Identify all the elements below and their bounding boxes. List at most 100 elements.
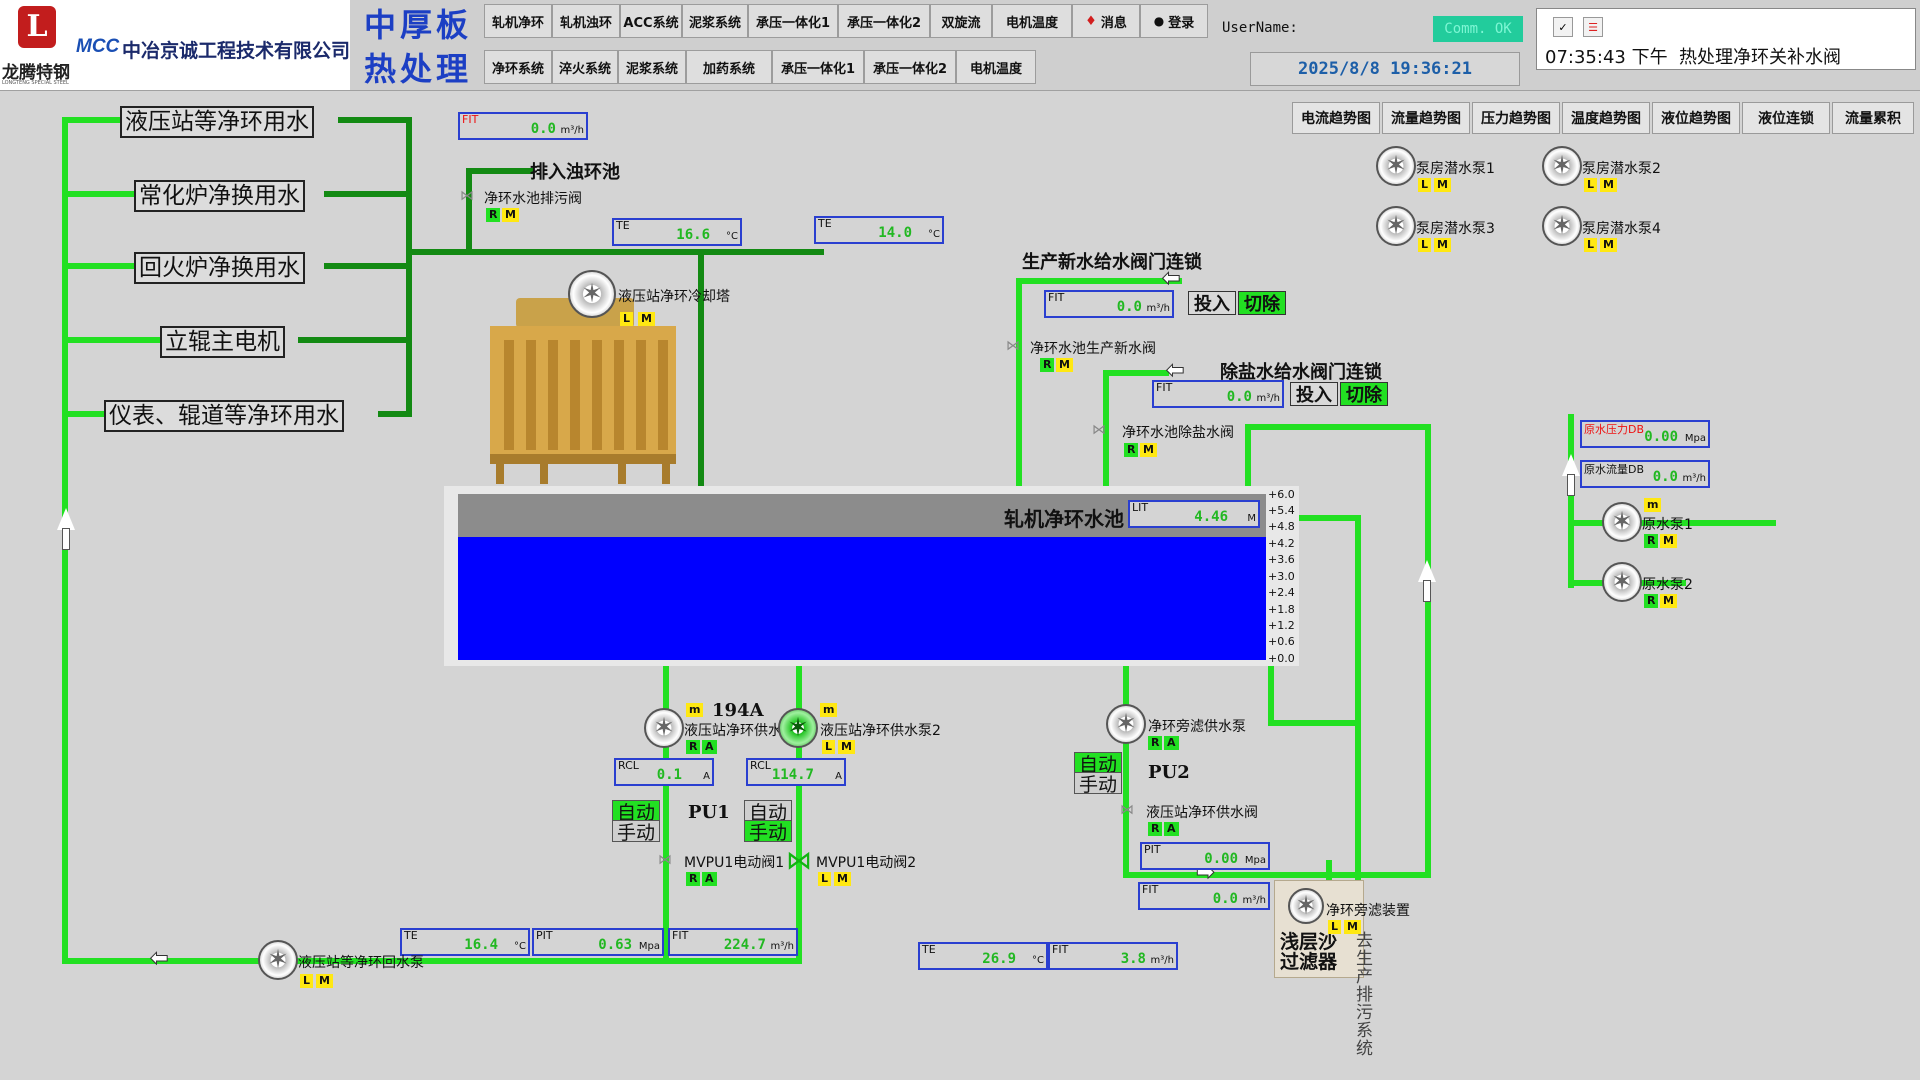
scale-tick: +4.2 [1268,537,1295,550]
scale-tick: +1.8 [1268,603,1295,616]
new-water-input-button[interactable]: 投入 [1188,291,1236,315]
pump-pu1b-status-m: m [820,703,838,717]
consumer-vertical-roll-motor[interactable]: 立辊主电机 [160,326,285,358]
nav-rolling-turbid[interactable]: 轧机浊环 [552,4,620,38]
nav-rolling-clean[interactable]: 轧机净环 [484,4,552,38]
alarm-panel[interactable]: ✓ ☰ 07:35:43 下午 热处理净环关补水阀 [1536,8,1916,70]
meter-fit-desalt[interactable]: FIT 0.0 m³/h [1152,380,1284,408]
raw-pump1-icon[interactable]: ✶ [1602,502,1642,542]
nav-clean-system[interactable]: 净环系统 [484,50,552,84]
meter-rcl-pu1b[interactable]: RCL 114.7 A [746,758,846,786]
meter-pit-bottom[interactable]: PIT 0.63 Mpa [532,928,664,956]
flow-up-arrow-right [1418,560,1436,582]
scale-tick: +3.6 [1268,553,1295,566]
raw-pump1-status-r: R [1644,534,1659,548]
meter-te-filter[interactable]: TE 26.9 °C [918,942,1048,970]
raw-pump2-icon[interactable]: ✶ [1602,562,1642,602]
nav-cyclone[interactable]: 双旋流 [930,4,992,38]
consumer-instruments-rollers[interactable]: 仪表、辊道等净环用水 [104,400,344,432]
meter-pit-pu2[interactable]: PIT 0.00 Mpa [1140,842,1270,870]
nav-messages[interactable]: ♦ 消息 [1072,4,1140,38]
username-label: UserName: [1222,20,1298,36]
nav-login[interactable]: ● 登录 [1140,4,1208,38]
meter-fit-top[interactable]: FIT 0.0 m³/h [458,112,588,140]
meter-raw-flow[interactable]: 原水流量DB 0.0 m³/h [1580,460,1710,488]
new-water-cut-button[interactable]: 切除 [1238,291,1286,315]
nav-pressure-1b[interactable]: 承压一体化1 [772,50,864,84]
return-pump-icon[interactable]: ✶ [258,940,298,980]
return-pump-status-l: L [300,974,314,988]
top-bar: L 龙腾特钢 LONGTENG SPECIAL STEEL MCC 中冶京诚工程… [0,0,1920,91]
pu2-label: PU2 [1148,762,1190,783]
trend-pressure-button[interactable]: 压力趋势图 [1472,102,1560,134]
nav-pressure-1[interactable]: 承压一体化1 [748,4,838,38]
trend-current-button[interactable]: 电流趋势图 [1292,102,1380,134]
meter-rcl-pu1a[interactable]: RCL 0.1 A [614,758,714,786]
cooling-fan-icon[interactable]: ✶ [568,270,616,318]
alarm-time: 07:35:43 下午 [1545,47,1668,68]
meter-fit-filter[interactable]: FIT 3.8 m³/h [1048,942,1178,970]
nav-quench-system[interactable]: 淬火系统 [552,50,618,84]
pu2-manual-button[interactable]: 手动 [1074,772,1122,796]
side-valve-icon[interactable]: ⋈ [1120,802,1134,818]
return-pump-label: 液压站等净环回水泵 [298,955,424,971]
acknowledge-icon[interactable]: ✓ [1553,17,1573,37]
raw-pump2-status-m: M [1660,594,1677,608]
nav-dosing-system[interactable]: 加药系统 [686,50,772,84]
trend-flow-button[interactable]: 流量趋势图 [1382,102,1470,134]
pu1a-manual-button[interactable]: 手动 [612,820,660,844]
alarm-history-icon[interactable]: ☰ [1583,17,1603,37]
new-water-valve-icon[interactable]: ⋈ [1006,338,1020,354]
filter-device-icon[interactable]: ✶ [1288,888,1324,924]
sub-pump1-icon[interactable]: ✶ [1376,146,1416,186]
pump-pu1a-icon[interactable]: ✶ [644,708,684,748]
desalt-cut-button[interactable]: 切除 [1340,382,1388,406]
meter-fit-pu2[interactable]: FIT 0.0 m³/h [1138,882,1270,910]
tank-water-level [458,537,1266,660]
title-plate: 中厚板 [364,6,473,44]
nav-pressure-2[interactable]: 承压一体化2 [838,4,930,38]
pump-pu1b-icon[interactable]: ✶ [778,708,818,748]
meter-fit-bottom[interactable]: FIT 224.7 m³/h [668,928,798,956]
sub-pump2-label: 泵房潜水泵2 [1582,161,1661,177]
consumer-hydraulic-station[interactable]: 液压站等净环用水 [120,106,314,138]
nav-sludge[interactable]: 泥浆系统 [682,4,748,38]
nav-sludge-system[interactable]: 泥浆系统 [618,50,686,84]
meter-te-b[interactable]: TE 14.0 °C [814,216,944,244]
drain-valve-icon[interactable]: ⋈ [460,188,474,204]
flow-accum-button[interactable]: 流量累积 [1832,102,1914,134]
sub-pump3-status-l: L [1418,238,1432,252]
trend-level-button[interactable]: 液位趋势图 [1652,102,1740,134]
level-interlock-button[interactable]: 液位连锁 [1742,102,1830,134]
nav-login-label: 登录 [1168,15,1195,31]
pu1b-manual-button[interactable]: 手动 [744,820,792,844]
sub-pump4-icon[interactable]: ✶ [1542,206,1582,246]
pump-pu1a-status-a: A [702,740,717,754]
meter-raw-pressure[interactable]: 原水压力DB 0.00 Mpa [1580,420,1710,448]
raw-pump2-status-r: R [1644,594,1659,608]
trend-temp-button[interactable]: 温度趋势图 [1562,102,1650,134]
raw-pump1-status-mode: m [1644,498,1662,512]
desalt-valve-icon[interactable]: ⋈ [1092,422,1106,438]
meter-lit[interactable]: LIT 4.46 M [1128,500,1260,528]
sand-filter-label: 浅层沙过滤器 [1280,931,1338,973]
bell-icon: ♦ [1085,13,1097,29]
pump-side-filter-icon[interactable]: ✶ [1106,704,1146,744]
nav-pressure-2b[interactable]: 承压一体化2 [864,50,956,84]
desalt-input-button[interactable]: 投入 [1290,382,1338,406]
consumer-tempering-furnace[interactable]: 回火炉净换用水 [134,252,305,284]
meter-te-a[interactable]: TE 16.6 °C [612,218,742,246]
mvpu1a-valve-icon[interactable]: ⋈ [658,852,672,868]
nav-motor-temp[interactable]: 电机温度 [992,4,1072,38]
tank-title: 轧机净环水池 [1004,507,1124,531]
nav-motor-temp-b[interactable]: 电机温度 [956,50,1036,84]
longteng-logo-icon: L [18,6,56,48]
meter-fit-new-water[interactable]: FIT 0.0 m³/h [1044,290,1174,318]
filter-device-status-l: L [1328,920,1342,934]
consumer-normalizing-furnace[interactable]: 常化炉净换用水 [134,180,305,212]
nav-acc[interactable]: ACC系统 [620,4,682,38]
mvpu1b-valve-icon[interactable]: ⋈ [786,846,812,876]
mvpu1b-status-m: M [834,872,851,886]
sub-pump2-icon[interactable]: ✶ [1542,146,1582,186]
sub-pump3-icon[interactable]: ✶ [1376,206,1416,246]
